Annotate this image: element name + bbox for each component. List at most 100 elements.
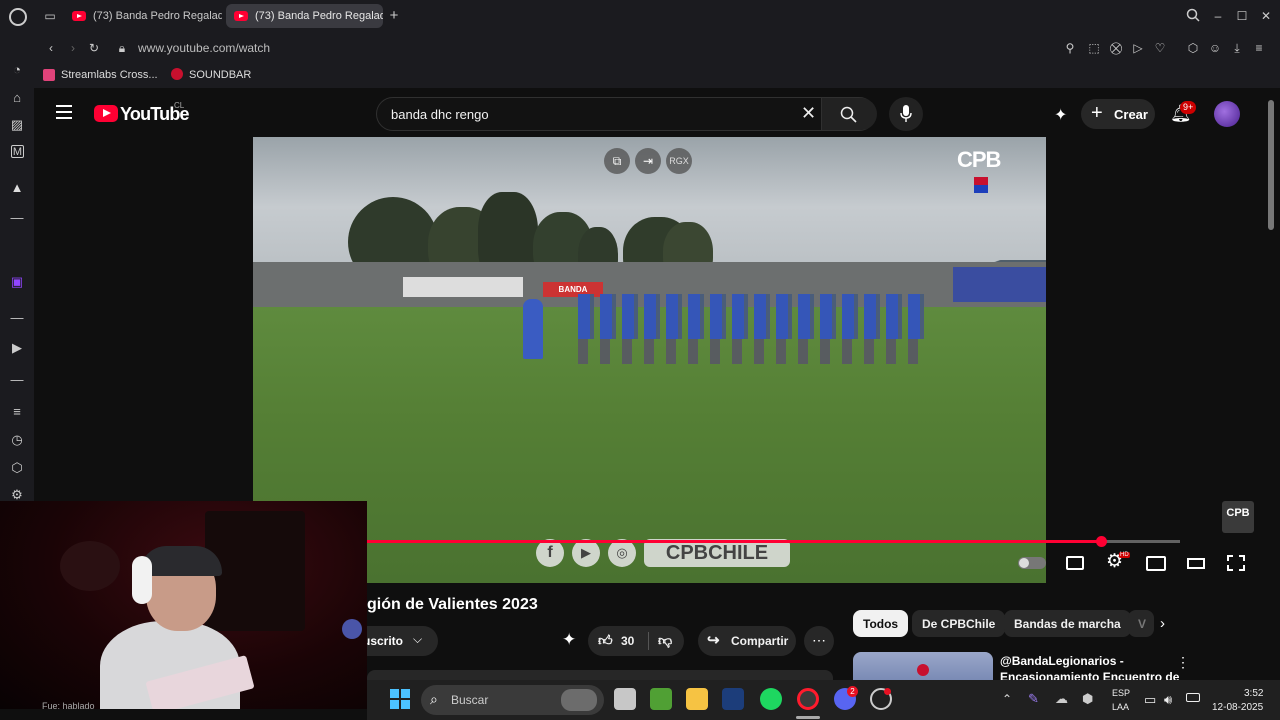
video-progress-track[interactable] <box>367 540 1180 543</box>
autoplay-toggle[interactable] <box>1018 557 1046 569</box>
aria-ai-icon[interactable]: ▲ <box>9 180 25 196</box>
share-button[interactable]: ↪ Compartir <box>698 626 796 656</box>
subtitles-icon[interactable] <box>1066 556 1084 570</box>
bookmark-soundbar[interactable]: SOUNDBAR <box>189 69 251 81</box>
subscribed-button[interactable]: uscrito ⌵ <box>358 626 438 656</box>
chip-more[interactable]: V <box>1128 610 1154 637</box>
reload-icon[interactable]: ↻ <box>86 40 102 56</box>
opera-gx-taskbar-icon[interactable] <box>797 688 819 710</box>
tray-gpu-icon[interactable]: ⬢ <box>1082 691 1093 707</box>
youtube-logo-icon[interactable] <box>94 105 118 122</box>
windows-start-icon[interactable] <box>390 689 410 709</box>
subscribed-label: uscrito <box>363 634 404 648</box>
detach-video-icon[interactable]: ⇥ <box>635 148 661 174</box>
tabs-icon[interactable]: ≡ <box>9 404 25 420</box>
recommendation-title[interactable]: @BandaLegionarios - <box>1000 654 1124 668</box>
minecraft-icon[interactable] <box>650 688 672 710</box>
opera-logo-icon[interactable] <box>9 8 27 26</box>
player-icon[interactable]: ▶ <box>9 340 25 356</box>
fullscreen-icon[interactable] <box>1227 555 1245 571</box>
guide-menu-icon[interactable] <box>56 105 72 119</box>
channel-corner-logo[interactable]: CPB <box>1222 501 1254 533</box>
clear-search-icon[interactable]: ✕ <box>801 104 816 122</box>
file-explorer-icon[interactable] <box>686 688 708 710</box>
cpb-watermark: CPB <box>957 147 1001 172</box>
workspace-icon[interactable]: ▨ <box>9 117 25 133</box>
tray-cloud-icon[interactable]: ☁ <box>1055 691 1068 707</box>
dislike-icon[interactable]: 👎︎ <box>658 632 672 649</box>
search-button[interactable] <box>821 98 877 130</box>
video-player[interactable]: BANDA CPB ⧉ ⇥ RGX f ▶ ◎ CPBCHILE <box>253 137 1046 583</box>
task-view-icon[interactable] <box>614 688 636 710</box>
country-code: CL <box>174 101 185 110</box>
like-count[interactable]: 30 <box>621 634 634 648</box>
page-scrollbar[interactable] <box>1268 100 1274 230</box>
search-input[interactable]: banda dhc rengo <box>391 107 489 122</box>
chip-todos[interactable]: Todos <box>853 610 909 637</box>
tab-menu-icon[interactable]: ▭ <box>42 8 58 24</box>
extensions-icon[interactable]: ⬡ <box>9 460 25 476</box>
hype-sparkle-icon[interactable]: ✦ <box>562 630 576 650</box>
extensions-puzzle-icon[interactable]: ⬡ <box>1185 40 1201 56</box>
network-icon[interactable]: ▭ <box>1144 692 1156 708</box>
rgx-button[interactable]: RGX <box>666 148 692 174</box>
tab-1[interactable]: (73) Banda Pedro Regalad <box>64 4 222 28</box>
description-box[interactable] <box>367 670 833 680</box>
recommendation-title-line2[interactable]: Encasionamiento Encuentro de <box>1000 670 1179 680</box>
url-field[interactable]: www.youtube.com/watch <box>138 41 270 55</box>
tray-pen-icon[interactable]: ✎ <box>1028 691 1039 707</box>
minimize-icon[interactable]: – <box>1210 8 1226 24</box>
search-highlight-icon <box>561 689 597 711</box>
voice-search-button[interactable] <box>889 97 923 131</box>
user-avatar[interactable] <box>1214 101 1240 127</box>
input-language[interactable]: ESP <box>1112 688 1130 698</box>
play-icon[interactable]: ▷ <box>1130 40 1146 56</box>
input-layout[interactable]: LAA <box>1112 702 1129 712</box>
pin-icon[interactable]: ⚲ <box>1062 40 1078 56</box>
snapshot-icon[interactable]: ⬚ <box>1086 40 1102 56</box>
spotify-icon[interactable] <box>760 688 782 710</box>
adblock-icon[interactable]: ⛒ <box>1108 40 1124 56</box>
clock-date[interactable]: 12-08-2025 <box>1212 702 1263 713</box>
chip-bandas-de-marcha[interactable]: Bandas de marcha <box>1004 610 1131 637</box>
more-actions-icon[interactable]: ⋯ <box>804 626 834 656</box>
tab-2-active[interactable]: (73) Banda Pedro Regalad <box>226 4 383 28</box>
taskbar-search-box[interactable]: ⌕ Buscar <box>421 685 604 715</box>
picture-in-picture-icon[interactable]: ⧉ <box>604 148 630 174</box>
battery-icon[interactable] <box>1186 693 1200 702</box>
maximize-icon[interactable]: ☐ <box>1234 8 1250 24</box>
chips-next-icon[interactable]: › <box>1160 615 1165 632</box>
youtube-social-icon: ▶ <box>572 539 600 567</box>
history-icon[interactable]: ◷ <box>9 432 25 448</box>
close-window-icon[interactable]: ✕ <box>1258 8 1274 24</box>
theater-mode-icon[interactable] <box>1187 558 1205 569</box>
back-icon[interactable]: ‹ <box>43 40 59 56</box>
chip-de-cpbchile[interactable]: De CPBChile <box>912 610 1006 637</box>
profile-icon[interactable]: ☺ <box>1207 40 1223 56</box>
forward-icon[interactable]: › <box>65 40 81 56</box>
webcam-caption: Fue: hablado <box>42 701 95 709</box>
app-shortcut-icon[interactable] <box>722 688 744 710</box>
download-icon[interactable]: ⤓ <box>1229 40 1245 56</box>
menu-icon[interactable]: ≡ <box>1251 40 1267 56</box>
create-label: Crear <box>1114 107 1148 122</box>
create-sparkle-icon[interactable]: ✦ <box>1054 105 1072 124</box>
aria-icon[interactable]: ⌂ <box>9 90 25 106</box>
like-icon[interactable]: 👍︎ <box>598 632 613 649</box>
search-tabs-icon[interactable] <box>1185 8 1201 24</box>
speed-dial-icon[interactable]: ◔ <box>9 62 25 78</box>
bookmark-streamlabs[interactable]: Streamlabs Cross... <box>61 69 158 81</box>
volume-icon[interactable]: 🔊︎ <box>1164 692 1172 708</box>
discord-badge: 2 <box>847 686 858 697</box>
recommendation-menu-icon[interactable]: ⋮ <box>1176 654 1190 671</box>
create-button[interactable]: + Crear <box>1081 99 1155 129</box>
search-box[interactable]: banda dhc rengo ✕ <box>376 97 877 131</box>
new-tab-icon[interactable]: + <box>386 8 402 24</box>
recommendation-thumbnail[interactable] <box>853 652 993 680</box>
tray-expand-icon[interactable]: ⌃ <box>1002 692 1012 706</box>
twitch-icon[interactable]: ▣ <box>9 274 25 290</box>
heart-icon[interactable]: ♡ <box>1152 40 1168 56</box>
miniplayer-icon[interactable] <box>1146 556 1166 571</box>
messenger-icon[interactable]: M <box>11 145 24 158</box>
clock-time[interactable]: 3:52 <box>1244 688 1263 699</box>
